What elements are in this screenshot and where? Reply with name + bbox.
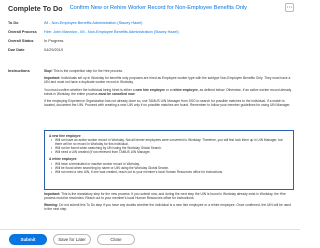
field-label: Overall Process: [8, 29, 37, 34]
important-paragraph: Important: Individuals set up in Workday…: [44, 76, 294, 84]
field-label: To Do: [8, 20, 19, 25]
or-text: or a: [165, 87, 173, 92]
field-label: Overall Status: [8, 38, 34, 43]
submit-button[interactable]: Submit: [9, 234, 47, 245]
field-row-due-date: Due Date 04/29/2019: [8, 45, 293, 54]
post-instructions: Important: This is the mandatory step fo…: [44, 192, 294, 214]
mandatory-text: This is the mandatory step for the new p…: [44, 192, 286, 201]
field-label: Due Date: [8, 47, 25, 52]
field-row-to-do: To Do IM - Non-Employee Benefits Adminis…: [8, 18, 293, 27]
overall-status-value: In Progress: [44, 38, 64, 43]
list-item: Will not have an active worker record in…: [51, 138, 289, 146]
definitions-box: A new hire employee Will not have an act…: [44, 130, 294, 190]
task-title: Complete To Do: [8, 3, 63, 13]
action-footer: Submit Save for Later Close: [0, 229, 300, 248]
must-cancel-text: must be cancelled now: [98, 91, 135, 96]
stop-text: This is the completion step for the Hire…: [52, 69, 123, 73]
list-item: Will not need a new UIN, if one was crea…: [51, 170, 289, 174]
stop-paragraph: Stop! This is the completion step for th…: [44, 69, 294, 73]
to-do-dialog: Complete To Do Confirm New or Rehire Wor…: [0, 0, 300, 248]
list-item: Will need a UIN created (if not retrieve…: [51, 150, 289, 154]
save-for-later-button[interactable]: Save for Later: [53, 234, 91, 245]
rehire-term: rehire employee: [172, 87, 198, 92]
warning-paragraph: Warning: Do not submit this To Do step i…: [44, 203, 294, 211]
new-hire-list: Will not have an active worker record in…: [49, 138, 289, 154]
page-title-link[interactable]: Confirm New or Rehire Worker Record for …: [70, 5, 247, 11]
header-bar: Complete To Do Confirm New or Rehire Wor…: [0, 0, 300, 16]
close-button[interactable]: Close: [97, 234, 135, 245]
new-hire-term: new hire employee: [135, 87, 166, 92]
warning-text: Do not submit this To Do step if you hav…: [44, 202, 291, 212]
overall-process-link[interactable]: Hire: John Mannion - IM - Non-Employee B…: [44, 30, 179, 34]
uin-paragraph: If the employing Experience Organization…: [44, 99, 294, 107]
field-row-overall-status: Overall Status In Progress: [8, 36, 293, 45]
due-date-value: 04/29/2019: [44, 47, 64, 52]
instructions-label: Instructions: [8, 69, 30, 73]
rehire-list: Will have a terminated or inactive worke…: [49, 162, 289, 174]
to-do-link[interactable]: IM - Non-Employee Benefits Administratio…: [44, 21, 142, 25]
confirm-paragraph: You must confirm whether the individual …: [44, 88, 294, 96]
uin-manager-text: If the employing Experience Organization…: [44, 99, 291, 108]
instructions-text: Stop! This is the completion step for th…: [44, 69, 294, 110]
important-text: Individuals set up in Workday for benefi…: [44, 76, 291, 85]
ellipsis-icon[interactable]: ⋯: [285, 3, 294, 12]
task-fields: To Do IM - Non-Employee Benefits Adminis…: [8, 18, 293, 54]
mandatory-paragraph: Important: This is the mandatory step fo…: [44, 192, 294, 200]
field-row-overall-process: Overall Process Hire: John Mannion - IM …: [8, 27, 293, 36]
